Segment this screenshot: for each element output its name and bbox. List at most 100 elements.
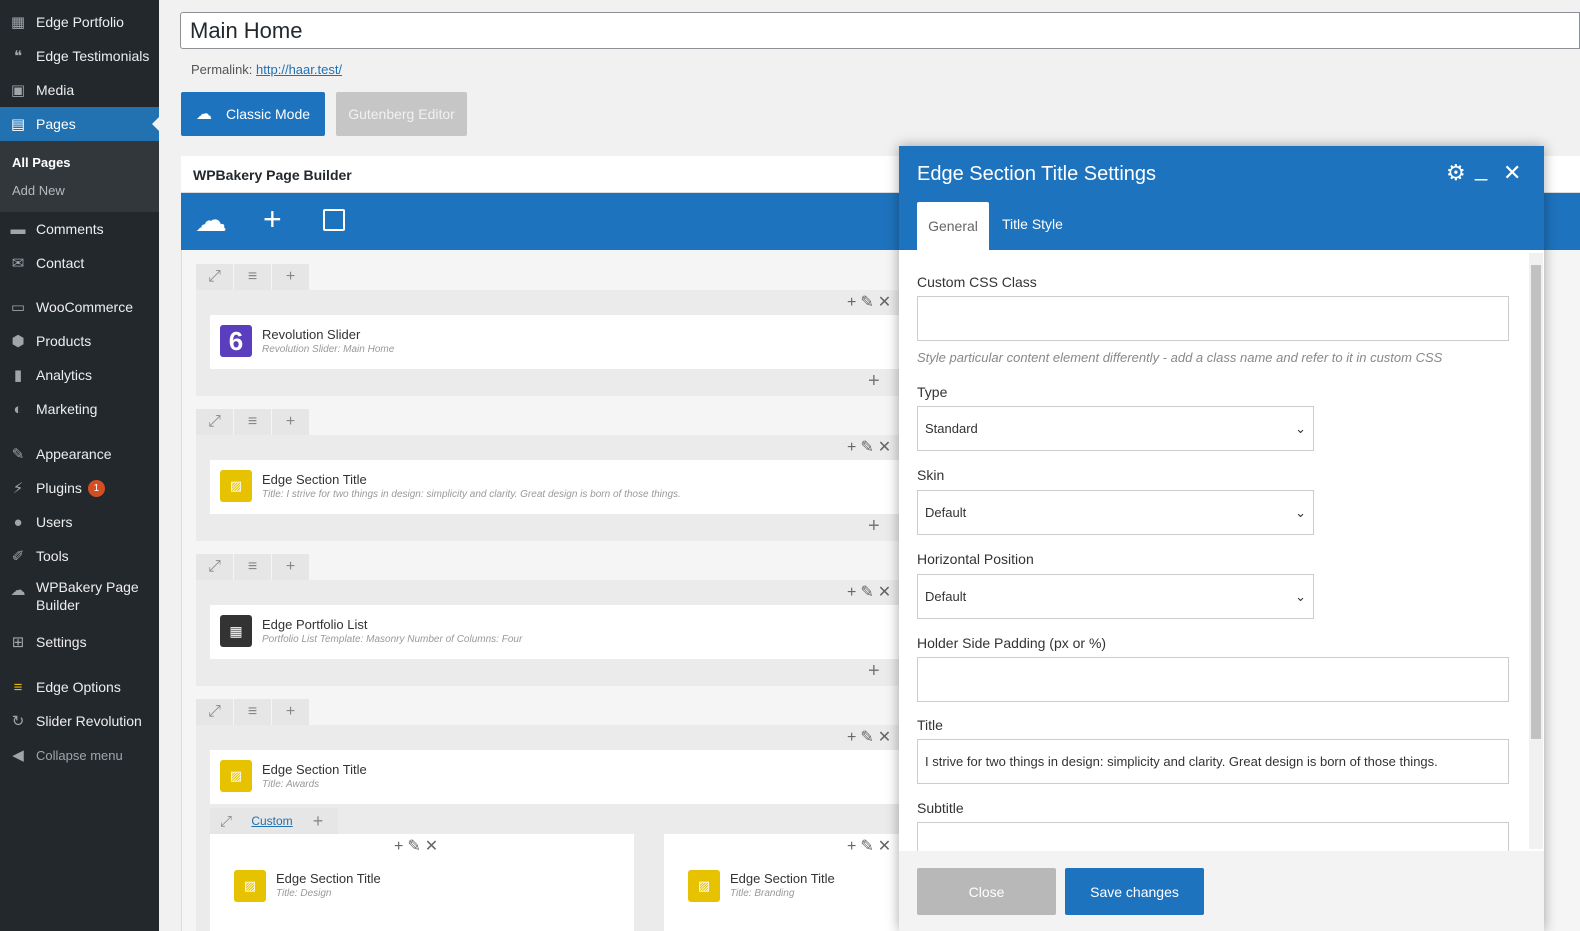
element-title: Edge Section Title [730,871,835,886]
sidebar-item-slider-revolution[interactable]: ↻ Slider Revolution [0,704,159,738]
modal-title: Edge Section Title Settings [917,163,1157,185]
horizontal-position-select[interactable]: Default ⌄ [917,574,1314,619]
expand-icon[interactable]: ⤢ [210,813,242,830]
submenu-all-pages[interactable]: All Pages [12,155,71,170]
sidebar-item-appearance[interactable]: ✎ Appearance [0,437,159,471]
holder-padding-input[interactable] [917,657,1509,702]
element-title: Edge Section Title [276,871,381,886]
expand-icon[interactable]: ⤢ [196,409,234,435]
classic-mode-button[interactable]: ☁ Classic Mode [181,92,325,136]
drag-handle-icon[interactable]: ≡ [234,699,272,725]
subtitle-input[interactable] [917,822,1509,851]
add-element-icon[interactable]: + [868,370,880,393]
row-controls: ⤢ ≡ + [196,554,310,580]
expand-icon[interactable]: ⤢ [196,699,234,725]
type-select[interactable]: Standard ⌄ [917,406,1314,451]
element-controls[interactable]: +✎✕ [847,727,895,747]
sidebar-item-edge-options[interactable]: ≡ Edge Options [0,670,159,704]
add-column-icon[interactable]: + [302,811,334,832]
element-subtitle: Title: I strive for two things in design… [262,489,681,500]
wpbakery-logo-icon[interactable]: ☁ [195,201,227,239]
holder-padding-label: Holder Side Padding (px or %) [917,635,1107,651]
add-element-icon[interactable]: + [263,201,282,238]
custom-layout-link[interactable]: Custom [242,814,302,828]
wrench-icon: ✐ [11,548,25,565]
css-class-input[interactable] [917,296,1509,341]
submenu-add-new[interactable]: Add New [12,183,65,198]
templates-icon[interactable] [323,209,345,231]
box-icon: ⬢ [11,333,25,350]
sidebar-item-comments[interactable]: ▬ Comments [0,212,159,246]
add-column-icon[interactable]: + [272,554,310,580]
close-icon[interactable]: ✕ [1503,160,1521,186]
tab-title-style[interactable]: Title Style [1002,216,1063,232]
element-controls[interactable]: +✎✕ [847,437,895,457]
brush-icon: ✎ [11,446,25,463]
gear-icon[interactable]: ⚙ [1446,160,1466,186]
expand-icon[interactable]: ⤢ [196,554,234,580]
sidebar-item-pages[interactable]: ▤ Pages [0,107,159,141]
inner-row-controls: ⤢ Custom + [210,808,338,834]
sidebar-item-analytics[interactable]: ▮ Analytics [0,358,159,392]
element-controls[interactable]: +✎✕ [847,582,895,602]
refresh-icon: ↻ [11,713,25,730]
chart-icon: ▮ [13,367,23,384]
save-changes-button[interactable]: Save changes [1065,868,1204,915]
expand-icon[interactable]: ⤢ [196,264,234,290]
image-icon: ▨ [220,760,252,792]
tab-general[interactable]: General [917,202,989,250]
woo-icon: ▭ [10,299,26,316]
sidebar-item-users[interactable]: ● Users [0,505,159,539]
row-controls: ⤢ ≡ + [196,264,310,290]
element-title: Revolution Slider [262,327,361,342]
pages-icon: ▤ [10,116,26,133]
chevron-down-icon: ⌄ [1295,588,1306,604]
title-input[interactable] [917,739,1509,784]
modal-scrollbar-thumb[interactable] [1531,265,1541,739]
sidebar-collapse-menu[interactable]: ◀ Collapse menu [0,738,159,772]
sidebar-item-products[interactable]: ⬢ Products [0,324,159,358]
element-controls[interactable]: +✎✕ [847,292,895,312]
comment-icon: ▬ [10,220,26,238]
add-column-icon[interactable]: + [272,409,310,435]
close-button[interactable]: Close [917,868,1056,915]
sidebar-item-settings[interactable]: ⊞ Settings [0,625,159,659]
user-icon: ● [13,513,23,531]
add-column-icon[interactable]: + [272,699,310,725]
add-column-icon[interactable]: + [272,264,310,290]
element-edge-portfolio-list[interactable] [210,605,900,659]
element-controls[interactable]: +✎✕ [847,836,895,856]
add-element-icon[interactable]: + [868,660,880,683]
page-title-input[interactable] [180,12,1580,49]
collapse-icon: ◀ [12,747,24,764]
drag-handle-icon[interactable]: ≡ [234,264,272,290]
element-subtitle: Title: Design [276,888,332,899]
permalink-link[interactable]: http://haar.test/ [256,62,342,77]
title-label: Title [917,717,943,733]
sidebar-item-plugins[interactable]: ⚡ Plugins 1 [0,471,159,505]
sidebar-item-edge-testimonials[interactable]: ❝ Edge Testimonials [0,39,159,73]
skin-select[interactable]: Default ⌄ [917,490,1314,535]
element-title: Edge Section Title [262,762,367,777]
drag-handle-icon[interactable]: ≡ [234,409,272,435]
permalink: Permalink: http://haar.test/ [191,62,343,77]
sidebar-item-woocommerce[interactable]: ▭ WooCommerce [0,290,159,324]
sidebar-item-contact[interactable]: ✉ Contact [0,246,159,280]
add-element-icon[interactable]: + [868,515,880,538]
cloud-icon: ☁ [10,582,26,599]
edge-icon: ≡ [13,678,23,696]
element-subtitle: Title: Branding [730,888,795,899]
sidebar-item-marketing[interactable]: ◐ Marketing [0,392,159,426]
minimize-icon[interactable]: _ [1475,156,1487,182]
sidebar-item-media[interactable]: ▣ Media [0,73,159,107]
element-controls[interactable]: +✎✕ [394,836,442,856]
sidebar-item-wpbakery[interactable]: ☁ WPBakery Page Builder [0,578,159,622]
element-edge-section-title[interactable] [210,750,900,804]
sidebar-item-tools[interactable]: ✐ Tools [0,539,159,573]
image-icon: ▨ [688,870,720,902]
drag-handle-icon[interactable]: ≡ [234,554,272,580]
element-revolution-slider[interactable] [210,315,900,369]
sidebar-item-edge-portfolio[interactable]: ▦ Edge Portfolio [0,5,159,39]
element-edge-section-title[interactable] [210,460,900,514]
gutenberg-editor-button[interactable]: Gutenberg Editor [336,92,467,136]
